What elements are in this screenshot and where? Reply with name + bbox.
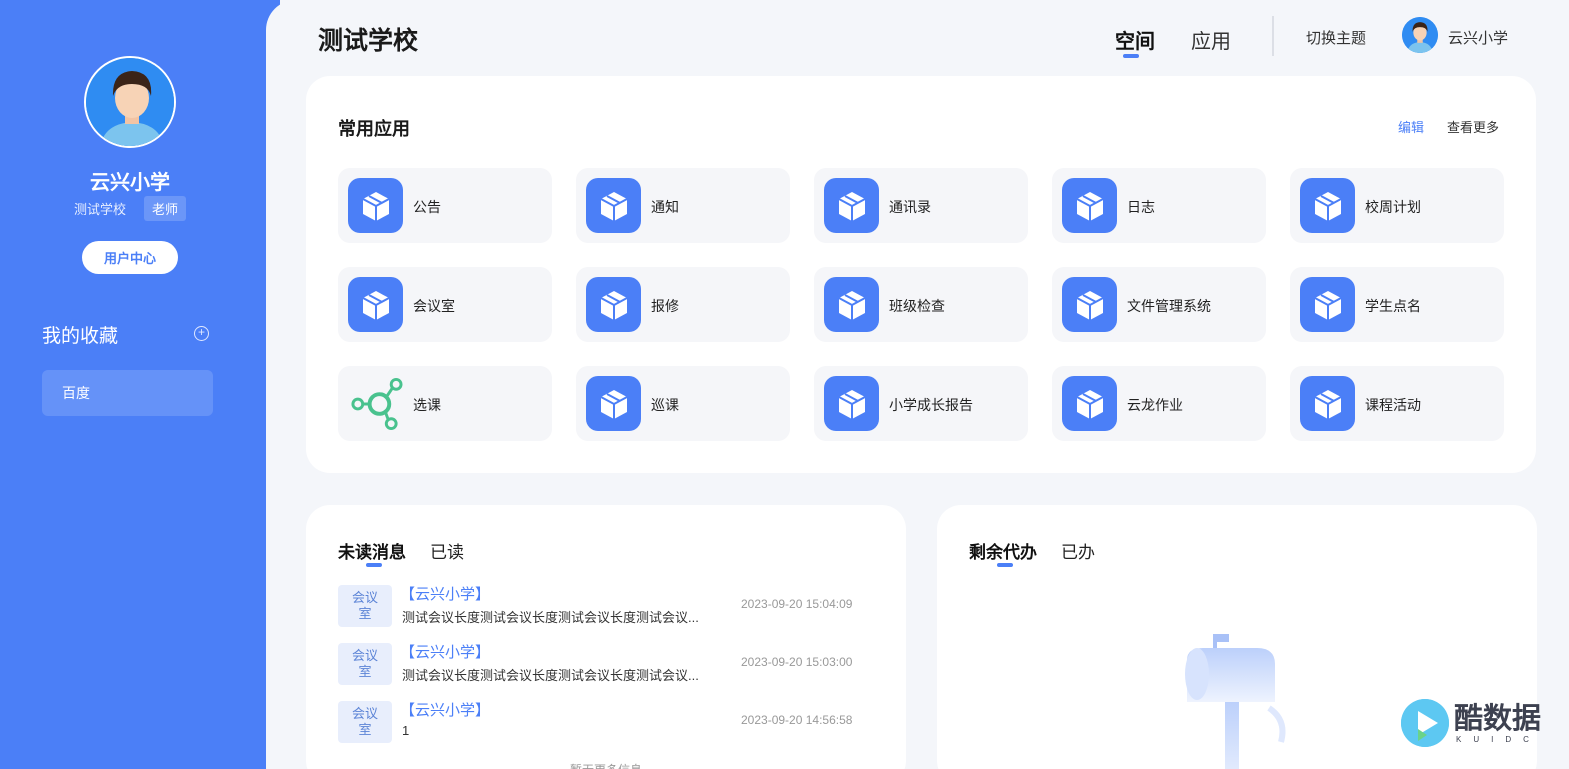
message-sender: 【云兴小学】 xyxy=(400,586,491,603)
sidebar: 云兴小学 测试学校 老师 用户中心 我的收藏 + 百度 xyxy=(0,0,280,769)
edit-apps-link[interactable]: 编辑 xyxy=(1398,117,1424,136)
user-center-button[interactable]: 用户中心 xyxy=(82,241,178,274)
school-name: 云兴小学 xyxy=(90,172,170,194)
user-avatar-icon xyxy=(86,58,174,146)
no-more-messages: 暂无更多信息 xyxy=(306,761,906,769)
app-label: 课程活动 xyxy=(1365,397,1421,413)
box-icon xyxy=(1300,277,1355,332)
app-label: 文件管理系统 xyxy=(1127,298,1211,314)
app-tile[interactable]: 巡课 xyxy=(576,366,790,441)
app-tile[interactable]: 小学成长报告 xyxy=(814,366,1028,441)
message-row[interactable]: 会议室 【云兴小学】 测试会议长度测试会议长度测试会议长度测试会议... 202… xyxy=(338,585,878,629)
app-label: 小学成长报告 xyxy=(889,397,973,413)
app-tile[interactable]: 文件管理系统 xyxy=(1052,267,1266,342)
school-info-row: 测试学校 老师 xyxy=(0,196,260,221)
app-tile[interactable]: 学生点名 xyxy=(1290,267,1504,342)
box-icon xyxy=(1062,376,1117,431)
box-icon xyxy=(1300,376,1355,431)
header-avatar[interactable] xyxy=(1402,17,1438,53)
app-label: 选课 xyxy=(413,397,441,413)
message-sender: 【云兴小学】 xyxy=(400,644,491,661)
favorite-item-baidu[interactable]: 百度 xyxy=(42,370,213,416)
app-label: 校周计划 xyxy=(1365,199,1421,215)
view-more-link[interactable]: 查看更多 xyxy=(1447,117,1499,136)
avatar[interactable] xyxy=(84,56,176,148)
box-icon xyxy=(348,178,403,233)
message-row[interactable]: 会议室 【云兴小学】 测试会议长度测试会议长度测试会议长度测试会议... 202… xyxy=(338,643,878,687)
favorites-title: 我的收藏 xyxy=(42,326,119,347)
network-icon xyxy=(348,376,403,431)
sub-school-name: 测试学校 xyxy=(73,202,126,217)
box-icon xyxy=(586,178,641,233)
user-avatar-icon xyxy=(1402,17,1438,53)
app-tile[interactable]: 通知 xyxy=(576,168,790,243)
app-tile[interactable]: 通讯录 xyxy=(814,168,1028,243)
message-row[interactable]: 会议室 【云兴小学】 1 2023-09-20 14:56:58 xyxy=(338,701,878,745)
play-icon xyxy=(1401,699,1449,747)
app-tile[interactable]: 报修 xyxy=(576,267,790,342)
message-sender: 【云兴小学】 xyxy=(400,702,491,719)
message-body: 测试会议长度测试会议长度测试会议长度测试会议... xyxy=(402,610,699,625)
app-tile[interactable]: 校周计划 xyxy=(1290,168,1504,243)
app-label: 通知 xyxy=(651,199,679,215)
tab-unread-messages[interactable]: 未读消息 xyxy=(338,538,406,563)
watermark-subtext: KUIDC xyxy=(1456,735,1541,744)
message-type-badge: 会议室 xyxy=(338,585,392,627)
app-label: 会议室 xyxy=(413,298,455,314)
tab-apps[interactable]: 应用 xyxy=(1191,25,1231,54)
app-tile[interactable]: 班级检查 xyxy=(814,267,1028,342)
app-label: 班级检查 xyxy=(889,298,945,314)
header-user-name[interactable]: 云兴小学 xyxy=(1448,27,1508,48)
app-tile[interactable]: 云龙作业 xyxy=(1052,366,1266,441)
app-label: 通讯录 xyxy=(889,199,931,215)
apps-title: 常用应用 xyxy=(338,119,410,139)
empty-mailbox-illustration xyxy=(1185,634,1286,769)
switch-theme-button[interactable]: 切换主题 xyxy=(1306,27,1366,48)
app-label: 报修 xyxy=(651,298,679,314)
box-icon xyxy=(824,277,879,332)
watermark-logo: 酷数据 KUIDC xyxy=(1400,695,1550,755)
message-body: 1 xyxy=(402,723,410,738)
active-tab-indicator xyxy=(366,563,382,567)
box-icon xyxy=(586,376,641,431)
message-time: 2023-09-20 15:04:09 xyxy=(741,597,853,611)
box-icon xyxy=(348,277,403,332)
app-label: 云龙作业 xyxy=(1127,397,1183,413)
page-title: 测试学校 xyxy=(318,27,419,55)
box-icon xyxy=(1062,277,1117,332)
app-tile[interactable]: 日志 xyxy=(1052,168,1266,243)
tab-read-messages[interactable]: 已读 xyxy=(430,538,464,563)
app-label: 巡课 xyxy=(651,397,679,413)
active-tab-indicator xyxy=(997,563,1013,567)
app-tile[interactable]: 会议室 xyxy=(338,267,552,342)
app-tile[interactable]: 课程活动 xyxy=(1290,366,1504,441)
header-divider xyxy=(1272,16,1274,56)
watermark-logo-icon xyxy=(1401,699,1449,747)
watermark-text: 酷数据 xyxy=(1454,701,1542,735)
messages-card: 未读消息 已读 会议室 【云兴小学】 测试会议长度测试会议长度测试会议长度测试会… xyxy=(306,505,906,769)
box-icon xyxy=(824,376,879,431)
tab-done-todo[interactable]: 已办 xyxy=(1061,538,1095,563)
active-tab-indicator xyxy=(1123,54,1139,58)
box-icon xyxy=(586,277,641,332)
add-favorite-icon[interactable]: + xyxy=(194,326,209,341)
app-label: 日志 xyxy=(1127,199,1155,215)
role-badge: 老师 xyxy=(144,196,187,221)
message-time: 2023-09-20 14:56:58 xyxy=(741,713,853,727)
tab-space[interactable]: 空间 xyxy=(1115,25,1155,54)
common-apps-card: 常用应用 编辑 查看更多 公告 通知 通讯录 日志 校周计划会议室 报修 班级检查 文件管理系… xyxy=(306,76,1536,473)
message-type-badge: 会议室 xyxy=(338,643,392,685)
app-tile[interactable]: 公告 xyxy=(338,168,552,243)
box-icon xyxy=(1062,178,1117,233)
main-area: 测试学校 空间 应用 切换主题 云兴小学 常用应用 编辑 查看更多 公告 通知 通讯… xyxy=(266,0,1569,769)
box-icon xyxy=(1300,178,1355,233)
message-time: 2023-09-20 15:03:00 xyxy=(741,655,853,669)
app-tile[interactable]: 选课 xyxy=(338,366,552,441)
box-icon xyxy=(824,178,879,233)
message-body: 测试会议长度测试会议长度测试会议长度测试会议... xyxy=(402,668,699,683)
app-label: 学生点名 xyxy=(1365,298,1421,314)
tab-pending-todo[interactable]: 剩余代办 xyxy=(969,538,1037,563)
message-type-badge: 会议室 xyxy=(338,701,392,743)
app-label: 公告 xyxy=(413,199,441,215)
